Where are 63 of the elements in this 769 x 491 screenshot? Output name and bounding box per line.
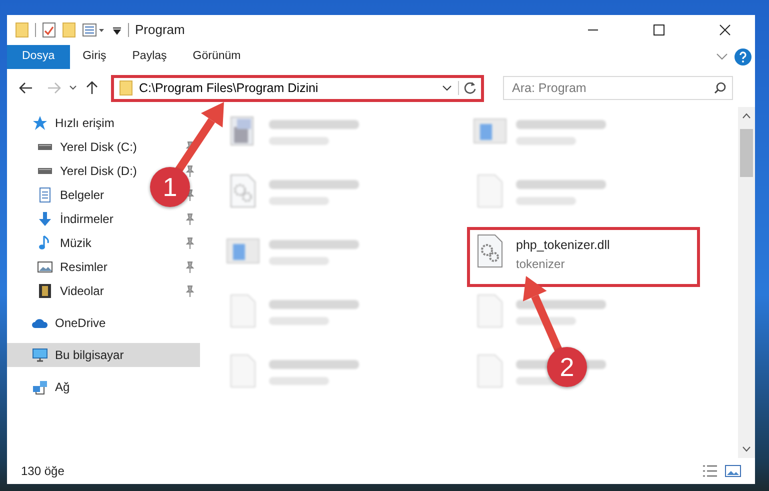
ribbon-tab[interactable]: Görünüm [180, 45, 254, 69]
sidebar-item[interactable]: Bu bilgisayar [7, 343, 200, 367]
blurred-text [269, 257, 329, 265]
blurred-text [269, 197, 329, 205]
details-view-icon[interactable] [702, 464, 718, 478]
network-icon [32, 379, 48, 395]
chevron-down-icon [69, 85, 77, 91]
address-field[interactable]: C:\Program Files\Program Dizini [133, 78, 442, 98]
view-dropdown-icon[interactable] [82, 23, 106, 37]
blurred-text [516, 137, 576, 145]
maximize-icon [653, 24, 665, 36]
sidebar-item[interactable]: Videolar [7, 279, 110, 303]
sidebar-item[interactable]: Yerel Disk (C:) [7, 135, 143, 159]
sidebar-item[interactable]: İndirmeler [7, 207, 120, 231]
file-tile[interactable]: php_tokenizer.dll tokenizer [467, 227, 700, 287]
pin-icon[interactable] [185, 237, 195, 249]
pin-icon[interactable] [185, 285, 195, 297]
item-count: 130 öğe [21, 463, 64, 480]
sidebar-item[interactable]: Resimler [7, 255, 114, 279]
sidebar-item[interactable]: Müzik [7, 231, 98, 255]
file-type: tokenizer [516, 256, 566, 273]
close-icon [719, 24, 731, 36]
search-field[interactable]: Ara: Program [503, 76, 733, 100]
pin-icon[interactable] [185, 165, 195, 177]
drive-icon [37, 167, 53, 175]
sidebar-item[interactable]: Belgeler [7, 183, 110, 207]
large-icons-view-icon[interactable] [725, 464, 741, 478]
blurred-text [269, 137, 329, 145]
sidebar-item[interactable]: OneDrive [7, 311, 112, 335]
scroll-up-icon[interactable] [742, 113, 751, 119]
dropdown-icon[interactable] [442, 85, 452, 91]
search-icon [714, 82, 726, 94]
ribbon-tab[interactable]: Dosya [7, 45, 70, 69]
scroll-down-icon[interactable] [742, 446, 751, 452]
pin-icon[interactable] [185, 213, 195, 225]
properties-icon[interactable] [42, 22, 56, 38]
ribbon-tab[interactable]: Giriş [70, 45, 120, 69]
blurred-text [269, 317, 329, 325]
film-icon [37, 283, 53, 299]
star-icon [32, 115, 48, 131]
forward-arrow-icon [47, 82, 61, 94]
help-icon[interactable] [734, 48, 752, 66]
document-icon [37, 187, 53, 203]
download-icon [37, 211, 53, 227]
window-title: Program [135, 21, 185, 40]
file-name: php_tokenizer.dll [516, 237, 610, 254]
ribbon-tab[interactable]: Paylaş [119, 45, 180, 69]
pictures-icon [37, 259, 53, 275]
blurred-text [516, 197, 576, 205]
folder-icon [119, 80, 133, 96]
sidebar-item[interactable]: Yerel Disk (D:) [7, 159, 143, 183]
computer-icon [32, 347, 48, 363]
expand-ribbon-icon[interactable] [716, 53, 728, 61]
drive-icon [37, 143, 53, 151]
scroll-thumb[interactable] [740, 129, 753, 177]
sidebar-item[interactable]: Ağ [7, 375, 76, 399]
address-bar[interactable]: C:\Program Files\Program Dizini [111, 74, 484, 102]
scrollbar[interactable] [738, 107, 755, 458]
sidebar-item[interactable]: Hızlı erişim [7, 111, 120, 135]
pin-icon[interactable] [185, 261, 195, 273]
back-arrow-icon [19, 82, 33, 94]
up-arrow-icon [86, 81, 98, 95]
blurred-text [269, 377, 329, 385]
